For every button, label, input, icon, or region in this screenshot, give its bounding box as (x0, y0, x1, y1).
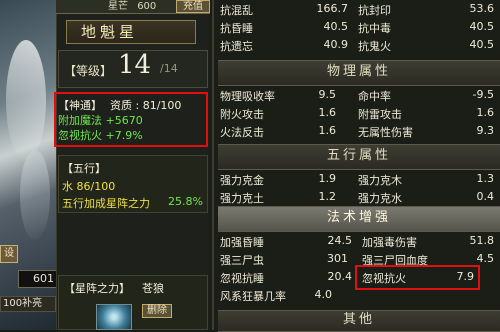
stat-value: 166.7 (316, 2, 349, 15)
top-middle-value: 600 (137, 1, 157, 12)
section-header-magic[interactable]: 法术增强 (218, 206, 500, 232)
stat-value: 1.3 (476, 172, 495, 185)
stat-label: 抗中毒 (358, 22, 391, 35)
divine-bonus-magic: 附加魔法 +5670 (58, 114, 143, 127)
star-array-icon[interactable] (96, 304, 132, 330)
stat-value: 1.2 (318, 190, 337, 203)
stat-value: 1.6 (476, 106, 495, 119)
value-field: 601 (18, 270, 58, 288)
stat-label: 附雷攻击 (358, 108, 402, 121)
stat-label: 抗昏睡 (220, 22, 253, 35)
stat-value: 40.5 (469, 20, 495, 33)
section-header-physical[interactable]: 物理属性 (218, 60, 500, 86)
stat-label: 火法反击 (220, 126, 264, 139)
stat-value: 24.5 (327, 234, 353, 247)
stat-value: 1.6 (318, 124, 337, 137)
divine-quality: 资质 : 81/100 (110, 99, 182, 112)
stat-value: 40.5 (469, 38, 495, 51)
level-label: 【等级】 (64, 64, 113, 78)
stat-label: 风系狂暴几率 (220, 290, 286, 303)
stat-value: 40.5 (323, 20, 349, 33)
stat-label: 强力克金 (220, 174, 264, 187)
stat-value: 0.4 (476, 190, 495, 203)
stat-label: 忽视抗睡 (220, 272, 264, 285)
recharge-button[interactable]: 充值 (176, 0, 210, 13)
stat-label: 强力克木 (358, 174, 402, 187)
elements-title: 【五行】 (62, 162, 106, 175)
star-array-title: 【星阵之力】 (64, 282, 130, 295)
stat-value: 1.9 (318, 172, 337, 185)
level-max: /14 (160, 62, 178, 75)
stat-label: 抗鬼火 (358, 40, 391, 53)
stat-label: 强力克土 (220, 192, 264, 205)
stat-value: 53.6 (469, 2, 495, 15)
stat-label: 加强昏睡 (220, 236, 264, 249)
top-middle-text: 星芒 (108, 1, 128, 12)
portrait-highlight (6, 40, 46, 160)
hero-name: 地魁星 (66, 20, 196, 44)
delete-button[interactable]: 删除 (142, 304, 172, 318)
stat-value: 20.4 (327, 270, 353, 283)
elements-water: 水 86/100 (62, 180, 116, 193)
stat-value: 9.5 (318, 88, 337, 101)
stat-label: 强力克水 (358, 192, 402, 205)
stat-label: 强三尸虫 (220, 254, 264, 267)
section-header-elements[interactable]: 五行属性 (218, 144, 500, 170)
elements-bonus-value: 25.8% (168, 195, 203, 208)
stat-value: -9.5 (472, 88, 494, 101)
stat-label: 抗遗忘 (220, 40, 253, 53)
top-left-value (56, 0, 108, 13)
portrait-highlight (20, 150, 50, 240)
star-array-value: 苍狼 (142, 282, 164, 295)
settings-button[interactable]: 设 (0, 245, 18, 263)
section-header-other[interactable]: 其他 (218, 310, 500, 332)
stat-label: 忽视抗火 (362, 272, 406, 285)
stat-label: 命中率 (358, 90, 391, 103)
stat-value: 9.3 (476, 124, 495, 137)
stat-label: 无属性伤害 (358, 126, 413, 139)
recharge-badge[interactable]: 100补亮 (0, 296, 56, 312)
stat-label: 抗封印 (358, 4, 391, 17)
stat-value: 51.8 (469, 234, 495, 247)
stat-label: 抗混乱 (220, 4, 253, 17)
stat-value: 4.0 (314, 288, 333, 301)
elements-bonus-label: 五行加成星阵之力 (62, 197, 150, 210)
stat-value: 301 (327, 252, 348, 265)
divine-ignore-fire: 忽视抗火 +7.9% (58, 129, 143, 142)
stat-value: 4.5 (476, 252, 495, 265)
stat-value: 40.9 (323, 38, 349, 51)
stat-value: 1.6 (318, 106, 337, 119)
top-middle: 星芒 600 (108, 0, 174, 13)
divine-title: 【神通】 (58, 99, 102, 112)
stat-label: 附火攻击 (220, 108, 264, 121)
stat-value: 7.9 (456, 270, 475, 283)
stat-label: 物理吸收率 (220, 90, 275, 103)
level-value: 14 (118, 50, 152, 80)
stat-label: 加强毒伤害 (362, 236, 417, 249)
